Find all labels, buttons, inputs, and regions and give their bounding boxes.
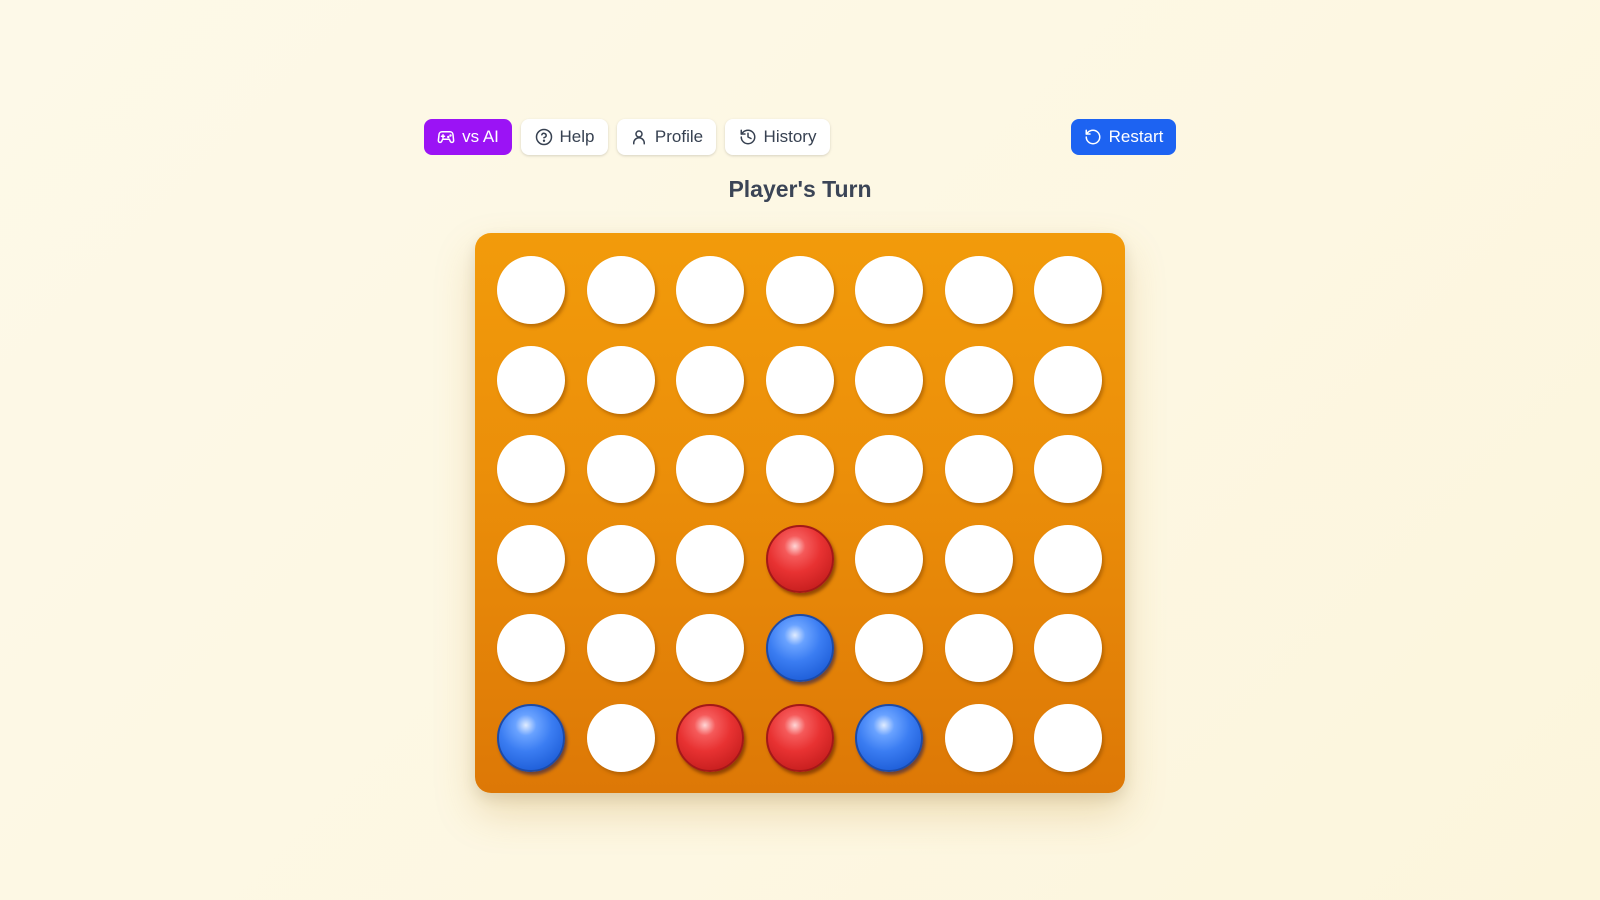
- board-slot[interactable]: [676, 345, 744, 414]
- red-piece[interactable]: [765, 524, 834, 593]
- blue-piece[interactable]: [497, 703, 565, 772]
- gamepad-icon: [437, 128, 455, 146]
- restart-icon: [1084, 128, 1102, 146]
- board-slot[interactable]: [497, 435, 565, 503]
- profile-button[interactable]: Profile: [617, 119, 716, 155]
- blue-piece[interactable]: [765, 614, 834, 682]
- board-slot[interactable]: [676, 524, 744, 593]
- board-slot[interactable]: [944, 435, 1013, 503]
- board-slot[interactable]: [1034, 435, 1102, 503]
- board-slot[interactable]: [676, 256, 744, 324]
- help-label: Help: [559, 127, 595, 146]
- board-slot[interactable]: [944, 703, 1013, 772]
- help-circle-icon: [535, 128, 553, 146]
- profile-label: Profile: [654, 127, 704, 146]
- board-slot[interactable]: [944, 256, 1013, 324]
- history-button[interactable]: History: [725, 119, 830, 155]
- blue-piece[interactable]: [855, 703, 923, 772]
- board-slot[interactable]: [497, 256, 565, 324]
- board-slot[interactable]: [944, 614, 1013, 682]
- board-slot[interactable]: [1034, 345, 1102, 414]
- board-slot[interactable]: [855, 435, 923, 503]
- board-slot[interactable]: [676, 435, 744, 503]
- red-piece[interactable]: [765, 703, 834, 772]
- vs-ai-label: vs AI: [462, 127, 499, 146]
- board-slot[interactable]: [1034, 614, 1102, 682]
- board-slot[interactable]: [676, 614, 744, 682]
- restart-button[interactable]: Restart: [1071, 119, 1176, 155]
- board-slot[interactable]: [944, 524, 1013, 593]
- history-label: History: [763, 127, 817, 146]
- board-slot[interactable]: [765, 435, 834, 503]
- history-icon: [739, 128, 757, 146]
- user-icon: [630, 128, 648, 146]
- board-slot[interactable]: [586, 703, 655, 772]
- board-slot[interactable]: [586, 345, 655, 414]
- board-slot[interactable]: [586, 256, 655, 324]
- game-board: [475, 233, 1125, 793]
- vs-ai-button[interactable]: vs AI: [424, 119, 512, 155]
- help-button[interactable]: Help: [521, 119, 608, 155]
- board-slot[interactable]: [586, 524, 655, 593]
- board-slot[interactable]: [497, 524, 565, 593]
- board-slot[interactable]: [497, 345, 565, 414]
- red-piece[interactable]: [676, 703, 744, 772]
- board-slot[interactable]: [855, 345, 923, 414]
- board-slot[interactable]: [1034, 524, 1102, 593]
- board-slot[interactable]: [855, 524, 923, 593]
- board-slot[interactable]: [586, 614, 655, 682]
- board-slot[interactable]: [586, 435, 655, 503]
- toolbar: vs AI Help Profile History Restart: [424, 119, 1176, 155]
- board-slot[interactable]: [765, 345, 834, 414]
- turn-indicator: Player's Turn: [728, 176, 872, 202]
- board-slot[interactable]: [1034, 703, 1102, 772]
- board-slot[interactable]: [765, 256, 834, 324]
- board-slot[interactable]: [497, 614, 565, 682]
- board-slot[interactable]: [855, 614, 923, 682]
- board-slot[interactable]: [944, 345, 1013, 414]
- board-slot[interactable]: [1034, 256, 1102, 324]
- restart-label: Restart: [1108, 127, 1164, 146]
- board-slot[interactable]: [855, 256, 923, 324]
